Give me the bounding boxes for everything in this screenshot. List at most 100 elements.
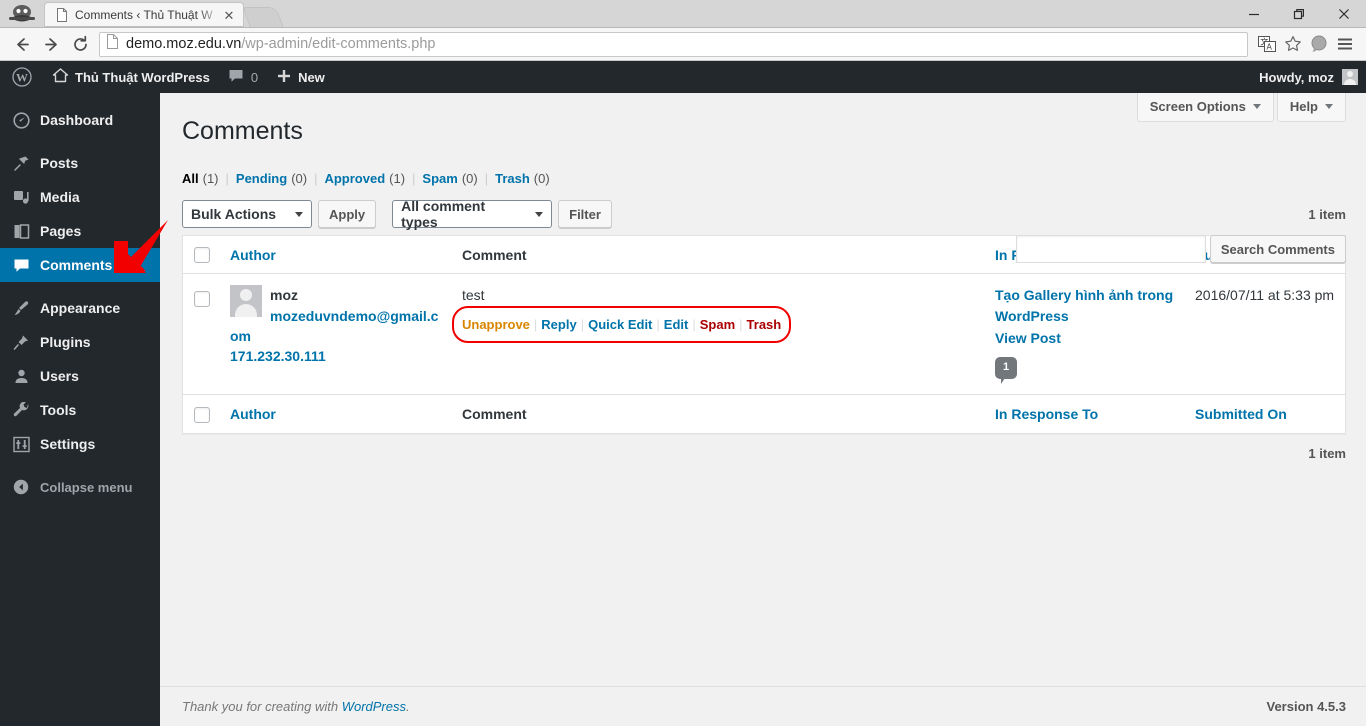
new-content-menu[interactable]: New	[267, 61, 334, 93]
filter-approved[interactable]: Approved (1)	[324, 171, 405, 186]
sidebar-item-label: Plugins	[40, 334, 91, 350]
table-footer-row: Author Comment In Response To Submitted …	[183, 394, 1345, 432]
footer-credit-suffix: .	[406, 699, 410, 714]
wordpress-link[interactable]: WordPress	[342, 699, 406, 714]
select-all-checkbox-bottom[interactable]	[194, 406, 210, 423]
translate-icon[interactable]: 文 A	[1254, 31, 1280, 57]
dashboard-icon	[11, 111, 31, 129]
post-comment-count-badge[interactable]: 1	[995, 357, 1018, 385]
sidebar-item-users[interactable]: Users	[0, 359, 160, 393]
collapse-menu-label: Collapse menu	[40, 479, 133, 495]
edit-link[interactable]: Edit	[664, 317, 689, 332]
browser-tab-title: Comments ‹ Thủ Thuật W	[75, 8, 213, 22]
sidebar-item-comments[interactable]: Comments	[0, 248, 168, 282]
sort-author-link[interactable]: Author	[230, 247, 276, 263]
trash-link[interactable]: Trash	[747, 317, 782, 332]
address-bar[interactable]: demo.moz.edu.vn/wp-admin/edit-comments.p…	[99, 31, 1248, 57]
search-comments-button[interactable]: Search Comments	[1209, 235, 1346, 263]
media-icon	[11, 189, 31, 206]
sidebar-item-appearance[interactable]: Appearance	[0, 291, 160, 325]
new-tab-button[interactable]	[242, 7, 284, 27]
sidebar-item-plugins[interactable]: Plugins	[0, 325, 160, 359]
unapprove-link[interactable]: Unapprove	[462, 317, 530, 332]
sidebar-item-label: Users	[40, 368, 79, 384]
filter-spam[interactable]: Spam (0)	[422, 171, 477, 186]
sidebar-item-label: Media	[40, 189, 80, 205]
filter-pending[interactable]: Pending (0)	[236, 171, 307, 186]
filter-button[interactable]: Filter	[558, 200, 612, 228]
filter-pending-count: (0)	[291, 170, 308, 186]
filter-pending-link[interactable]: Pending	[236, 171, 287, 186]
wordpress-logo-icon[interactable]: W	[0, 61, 43, 93]
main-content: Screen Options Help Comments All (1) | P…	[160, 93, 1366, 726]
table-row: moz mozeduvndemo@gmail.com 171.232.30.11…	[183, 274, 1345, 394]
footer-credit: Thank you for creating with WordPress.	[182, 699, 1267, 714]
account-menu[interactable]: Howdy, moz	[1259, 61, 1366, 93]
sidebar-item-label: Settings	[40, 436, 96, 452]
filter-approved-link[interactable]: Approved	[324, 171, 385, 186]
row-checkbox[interactable]	[194, 290, 210, 307]
footer-credit-prefix: Thank you for creating with	[182, 699, 342, 714]
comment-bubble-icon	[228, 68, 244, 87]
maximize-button[interactable]	[1276, 0, 1321, 28]
sidebar-item-media[interactable]: Media	[0, 180, 160, 214]
apply-button[interactable]: Apply	[318, 200, 377, 228]
search-input[interactable]	[1015, 235, 1206, 263]
hamburger-menu-icon[interactable]	[1332, 31, 1358, 57]
filter-divider: |	[225, 170, 229, 186]
author-ip-link[interactable]: 171.232.30.111	[230, 348, 326, 364]
response-post-link[interactable]: Tạo Gallery hình ảnh trong WordPress	[995, 285, 1175, 327]
sidebar-item-dashboard[interactable]: Dashboard	[0, 103, 160, 137]
column-footer-author: Author	[220, 394, 452, 432]
sort-response-link-bottom[interactable]: In Response To	[995, 406, 1098, 422]
chevron-down-icon	[1325, 104, 1333, 109]
table-foot: Author Comment In Response To Submitted …	[183, 394, 1345, 432]
filter-all-link[interactable]: All	[182, 171, 199, 186]
comment-text: test	[462, 287, 485, 304]
spam-link[interactable]: Spam	[700, 317, 735, 332]
sidebar-item-posts[interactable]: Posts	[0, 146, 160, 180]
filter-spam-link[interactable]: Spam	[422, 171, 457, 186]
filter-trash-link[interactable]: Trash	[495, 171, 530, 186]
forward-arrow-icon[interactable]	[37, 30, 66, 59]
menu-separator	[0, 137, 160, 146]
row-select-cell	[183, 274, 220, 394]
sort-date-link-bottom[interactable]: Submitted On	[1195, 406, 1287, 422]
quick-edit-link[interactable]: Quick Edit	[588, 317, 652, 332]
tablenav-top: Bulk Actions Apply All comment types Fil…	[182, 198, 1346, 230]
bulk-actions-select[interactable]: Bulk Actions	[182, 200, 312, 228]
star-icon[interactable]	[1280, 31, 1306, 57]
help-button[interactable]: Help	[1276, 93, 1346, 122]
tab-close-icon[interactable]: ✕	[221, 7, 237, 23]
reply-link[interactable]: Reply	[541, 317, 576, 332]
page-icon	[11, 223, 31, 240]
screen-meta-links: Screen Options Help	[1136, 93, 1346, 122]
column-footer-date: Submitted On	[1185, 394, 1345, 432]
sort-author-link-bottom[interactable]: Author	[230, 406, 276, 422]
url-text: demo.moz.edu.vn/wp-admin/edit-comments.p…	[126, 36, 436, 52]
minimize-button[interactable]	[1231, 0, 1276, 28]
sidebar-item-settings[interactable]: Settings	[0, 427, 160, 461]
sidebar-item-tools[interactable]: Tools	[0, 393, 160, 427]
collapse-menu-button[interactable]: Collapse menu	[0, 470, 160, 504]
screen-options-button[interactable]: Screen Options	[1136, 93, 1274, 122]
row-actions: Unapprove | Reply | Quick Edit | Edit | Spam | Tra…	[452, 306, 792, 343]
comments-bubble-menu[interactable]: 0	[219, 61, 267, 93]
pin-icon	[11, 155, 31, 172]
select-all-checkbox[interactable]	[194, 247, 210, 264]
reload-icon[interactable]	[66, 30, 95, 59]
close-button[interactable]	[1321, 0, 1366, 28]
filter-all[interactable]: All (1)	[182, 171, 219, 186]
page-info-icon	[106, 34, 119, 54]
back-arrow-icon[interactable]	[8, 30, 37, 59]
view-post-link[interactable]: View Post	[995, 328, 1175, 349]
sidebar-item-pages[interactable]: Pages	[0, 214, 160, 248]
filter-trash[interactable]: Trash (0)	[495, 171, 550, 186]
browser-tab[interactable]: Comments ‹ Thủ Thuật W ✕	[44, 2, 244, 27]
action-separator: |	[533, 317, 538, 333]
admin-sidebar: Dashboard Posts Media Pages Comments App…	[0, 93, 169, 726]
profile-icon[interactable]	[1306, 31, 1332, 57]
site-name-menu[interactable]: Thủ Thuật WordPress	[43, 61, 219, 93]
comment-type-select[interactable]: All comment types	[392, 198, 553, 230]
comment-cell: test Unapprove | Reply | Quick Edit | Edit | Spa…	[452, 274, 985, 394]
